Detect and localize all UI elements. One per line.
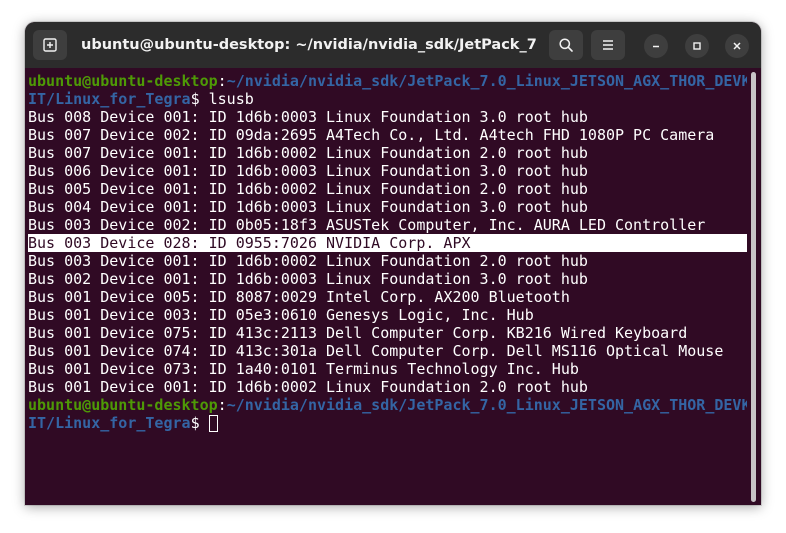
prompt-colon: : <box>217 396 227 414</box>
prompt-user: ubuntu@ubuntu-desktop <box>28 72 218 90</box>
close-button[interactable] <box>725 34 749 58</box>
output-line: Bus 001 Device 075: ID 413c:2113 Dell Co… <box>28 324 688 342</box>
new-tab-button[interactable] <box>33 30 67 60</box>
output-line: Bus 004 Device 001: ID 1d6b:0003 Linux F… <box>28 198 588 216</box>
menu-button[interactable] <box>591 30 625 60</box>
output-line: Bus 001 Device 073: ID 1a40:0101 Terminu… <box>28 360 579 378</box>
scrollbar-thumb[interactable] <box>751 72 756 502</box>
scrollbar[interactable] <box>749 72 757 502</box>
prompt-path: ~/nvidia/nvidia_sdk/JetPack_7.0_Linux_JE… <box>226 72 747 90</box>
terminal-output[interactable]: ubuntu@ubuntu-desktop:~/nvidia/nvidia_sd… <box>25 68 747 505</box>
prompt-colon: : <box>217 72 227 90</box>
output-line: Bus 001 Device 003: ID 05e3:0610 Genesys… <box>28 306 534 324</box>
output-line: Bus 001 Device 005: ID 8087:0029 Intel C… <box>28 288 570 306</box>
output-line: Bus 008 Device 001: ID 1d6b:0003 Linux F… <box>28 108 588 126</box>
maximize-button[interactable] <box>685 34 709 58</box>
maximize-icon <box>693 42 701 50</box>
output-line: Bus 003 Device 001: ID 1d6b:0002 Linux F… <box>28 252 588 270</box>
prompt-user: ubuntu@ubuntu-desktop <box>28 396 218 414</box>
output-line: Bus 005 Device 001: ID 1d6b:0002 Linux F… <box>28 180 588 198</box>
search-button[interactable] <box>549 30 583 60</box>
hamburger-menu-icon <box>603 40 613 50</box>
output-line: Bus 002 Device 001: ID 1d6b:0003 Linux F… <box>28 270 588 288</box>
prompt-path: ~/nvidia/nvidia_sdk/JetPack_7.0_Linux_JE… <box>226 396 747 414</box>
text-cursor <box>208 415 218 432</box>
window-title: ubuntu@ubuntu-desktop: ~/nvidia/nvidia_s… <box>81 37 537 53</box>
terminal-window: ubuntu@ubuntu-desktop: ~/nvidia/nvidia_s… <box>25 22 761 505</box>
output-line: Bus 007 Device 002: ID 09da:2695 A4Tech … <box>28 126 715 144</box>
prompt-path-cont: IT/Linux_for_Tegra <box>28 90 191 108</box>
minimize-icon <box>653 45 659 48</box>
search-icon <box>559 38 573 52</box>
prompt-path-cont: IT/Linux_for_Tegra <box>28 414 191 432</box>
prompt-line: ubuntu@ubuntu-desktop:~/nvidia/nvidia_sd… <box>28 72 747 90</box>
prompt-symbol: $ <box>190 90 209 108</box>
output-line: Bus 007 Device 001: ID 1d6b:0002 Linux F… <box>28 144 588 162</box>
output-line: Bus 001 Device 001: ID 1d6b:0002 Linux F… <box>28 378 588 396</box>
output-line: Bus 006 Device 001: ID 1d6b:0003 Linux F… <box>28 162 588 180</box>
prompt-line-cont: IT/Linux_for_Tegra$ lsusb <box>28 90 747 108</box>
output-line: Bus 003 Device 002: ID 0b05:18f3 ASUSTek… <box>28 216 706 234</box>
output-line-highlighted: Bus 003 Device 028: ID 0955:7026 NVIDIA … <box>28 234 747 252</box>
prompt-line-cont: IT/Linux_for_Tegra$ <box>28 414 747 432</box>
prompt-symbol: $ <box>190 414 209 432</box>
title-bar[interactable]: ubuntu@ubuntu-desktop: ~/nvidia/nvidia_s… <box>25 22 761 68</box>
new-tab-icon <box>43 38 57 52</box>
output-line: Bus 001 Device 074: ID 413c:301a Dell Co… <box>28 342 724 360</box>
minimize-button[interactable] <box>644 34 668 58</box>
command-text: lsusb <box>208 90 254 108</box>
close-icon <box>733 42 741 50</box>
prompt-line: ubuntu@ubuntu-desktop:~/nvidia/nvidia_sd… <box>28 396 747 414</box>
